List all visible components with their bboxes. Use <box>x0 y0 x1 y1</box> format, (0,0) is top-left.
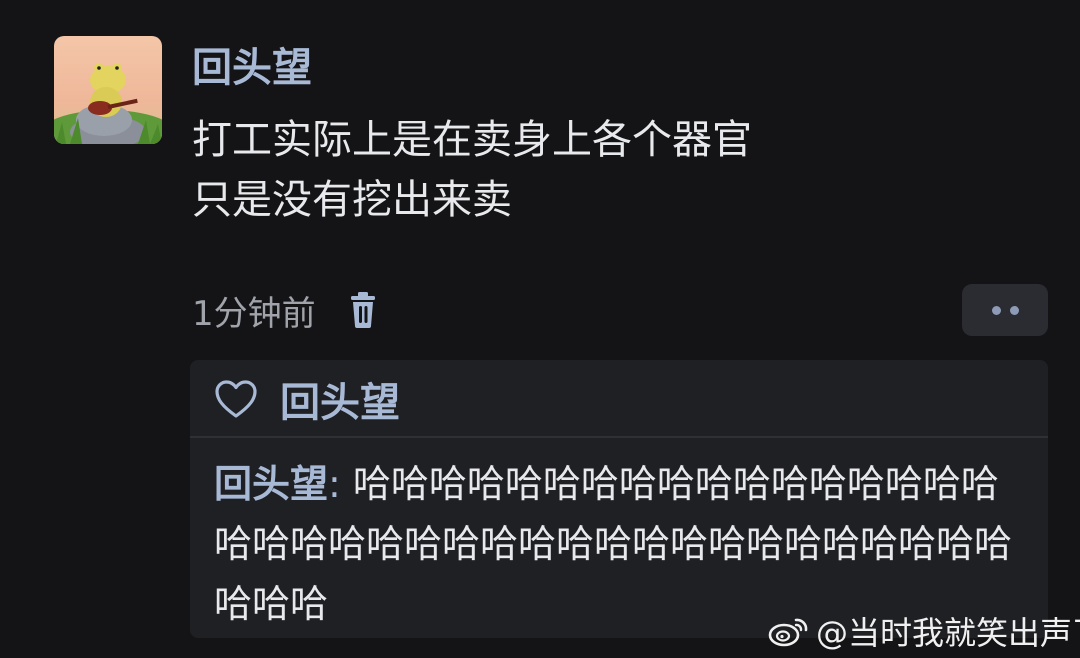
card-divider <box>190 436 1048 438</box>
watermark-text: @当时我就笑出声了 <box>816 614 1080 652</box>
watermark: @当时我就笑出声了 <box>768 610 1080 652</box>
interaction-card: 回头望 回头望: 哈哈哈哈哈哈哈哈哈哈哈哈哈哈哈哈哈哈哈哈哈哈哈哈哈哈哈哈哈哈哈… <box>190 360 1048 638</box>
more-dot <box>991 305 1001 315</box>
weibo-logo <box>768 618 808 647</box>
user-avatar[interactable] <box>54 36 162 144</box>
trash-icon[interactable] <box>346 290 380 330</box>
more-dot <box>1009 305 1019 315</box>
post-timestamp: 1分钟前 <box>192 293 316 334</box>
comment-separator: : <box>328 462 341 506</box>
post-username[interactable]: 回头望 <box>192 40 312 96</box>
likes-row: 回头望 <box>214 374 400 426</box>
post-meta-row: 1分钟前 <box>192 284 380 336</box>
comment-author[interactable]: 回头望 <box>214 462 328 506</box>
heart-outline-icon[interactable] <box>214 377 258 421</box>
more-dots-icon[interactable] <box>962 284 1048 336</box>
post-text-line: 只是没有挖出来卖 <box>192 177 512 223</box>
frog-guitar-avatar-image <box>54 36 162 144</box>
post-text-line: 打工实际上是在卖身上各个器官 <box>192 117 752 163</box>
post-content: 打工实际上是在卖身上各个器官 只是没有挖出来卖 <box>192 110 752 230</box>
liked-by-username[interactable]: 回头望 <box>280 370 400 428</box>
comment: 回头望: 哈哈哈哈哈哈哈哈哈哈哈哈哈哈哈哈哈哈哈哈哈哈哈哈哈哈哈哈哈哈哈哈哈哈哈… <box>214 454 1034 634</box>
